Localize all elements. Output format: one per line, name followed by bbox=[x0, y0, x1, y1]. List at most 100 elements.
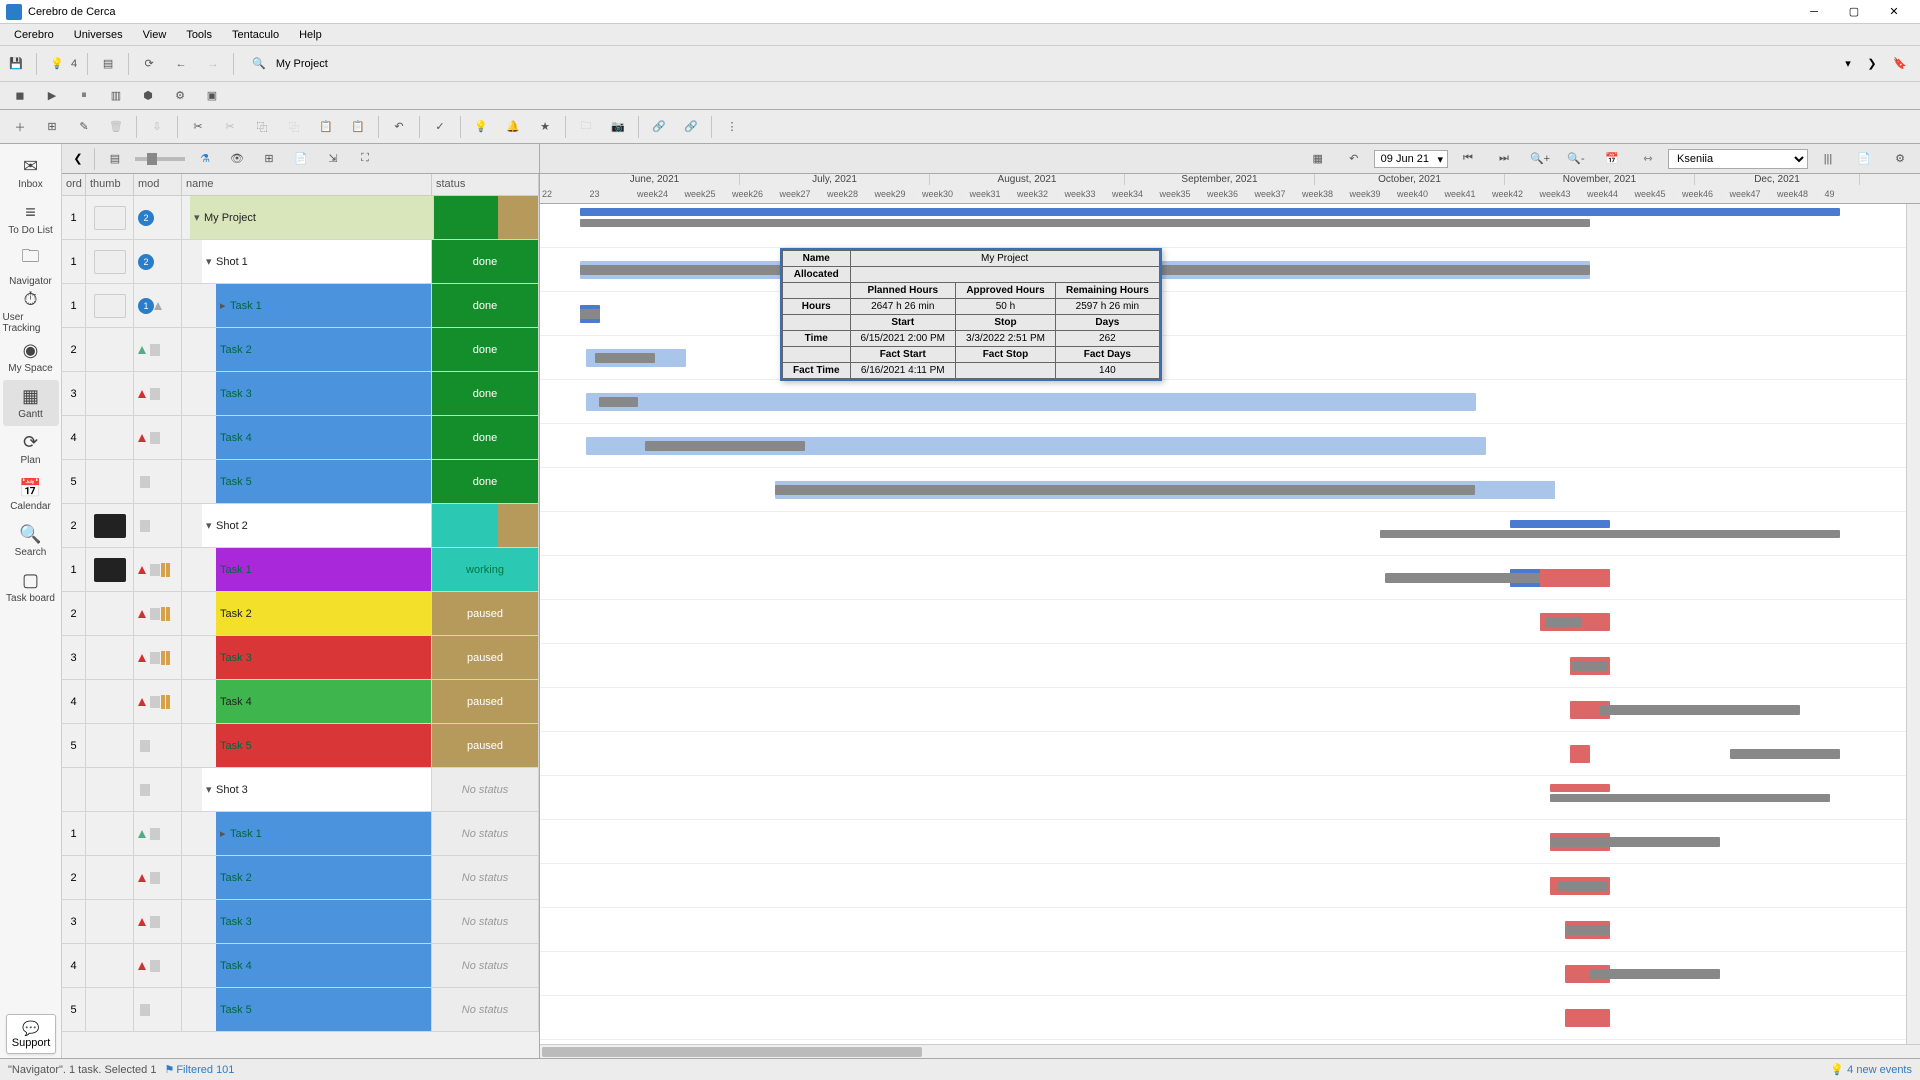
bulb-icon[interactable]: 💡 bbox=[43, 50, 71, 78]
task-row[interactable]: 1 Task 1 working bbox=[62, 548, 539, 592]
stop-icon[interactable]: ◼ bbox=[6, 82, 34, 110]
nav-gantt[interactable]: ▦Gantt bbox=[3, 380, 59, 426]
zoom-slider[interactable] bbox=[135, 157, 185, 161]
gantt-bar[interactable] bbox=[586, 393, 1476, 411]
paste-icon[interactable]: 📋 bbox=[312, 113, 340, 141]
layout-icon[interactable]: ▤ bbox=[94, 50, 122, 78]
cube-icon[interactable]: ⬢ bbox=[134, 82, 162, 110]
gantt-barcode-icon[interactable]: ||| bbox=[1814, 145, 1842, 173]
back-arrow-icon[interactable]: ← bbox=[167, 50, 195, 78]
gantt-h-scrollbar[interactable] bbox=[540, 1044, 1920, 1058]
gantt-bar[interactable] bbox=[1510, 520, 1610, 528]
filter-icon[interactable]: ⚗ bbox=[191, 145, 219, 173]
nav-navigator[interactable]: 🗀Navigator bbox=[3, 242, 59, 288]
header-name[interactable]: name bbox=[182, 174, 432, 195]
bookmark-icon[interactable]: 🔖 bbox=[1886, 50, 1914, 78]
task-row[interactable]: 1 1 ▸ Task 1 done bbox=[62, 284, 539, 328]
gantt-bar[interactable] bbox=[580, 309, 600, 319]
gantt-prev-icon[interactable]: ⏮ bbox=[1454, 145, 1482, 173]
task-row[interactable]: ▾ Shot 3 No status bbox=[62, 768, 539, 812]
header-thumb[interactable]: thumb bbox=[86, 174, 134, 195]
status-events[interactable]: 💡 4 new events bbox=[1830, 1063, 1912, 1076]
gantt-bar[interactable] bbox=[1565, 925, 1610, 935]
close-button[interactable]: ✕ bbox=[1874, 0, 1914, 24]
task-row[interactable]: 5 Task 5 done bbox=[62, 460, 539, 504]
nav-search[interactable]: 🔍Search bbox=[3, 518, 59, 564]
gantt-fit-icon[interactable]: ⇿ bbox=[1634, 145, 1662, 173]
refresh-icon[interactable]: ⟳ bbox=[135, 50, 163, 78]
gantt-next-icon[interactable]: ⏭ bbox=[1490, 145, 1518, 173]
forward-arrow-icon[interactable]: → bbox=[199, 50, 227, 78]
task-row[interactable]: 2 Task 2 No status bbox=[62, 856, 539, 900]
collapse-icon[interactable]: ⇲ bbox=[319, 145, 347, 173]
gantt-user-select[interactable]: Kseniia bbox=[1668, 149, 1808, 169]
gantt-bar[interactable] bbox=[1550, 837, 1720, 847]
task-row[interactable]: 1 2 ▾ Shot 1 done bbox=[62, 240, 539, 284]
task-row[interactable]: 5 Task 5 paused bbox=[62, 724, 539, 768]
edit-icon[interactable]: ✎ bbox=[70, 113, 98, 141]
expand-icon[interactable]: ⛶ bbox=[351, 145, 379, 173]
gantt-bar[interactable] bbox=[599, 397, 638, 407]
link-icon[interactable]: 🔗 bbox=[645, 113, 673, 141]
page-icon[interactable]: 📄 bbox=[287, 145, 315, 173]
nav-my-space[interactable]: ◉My Space bbox=[3, 334, 59, 380]
nav-plan[interactable]: ⟳Plan bbox=[3, 426, 59, 472]
nav-to-do-list[interactable]: ≡To Do List bbox=[3, 196, 59, 242]
gantt-bar[interactable] bbox=[1730, 749, 1840, 759]
gantt-bar[interactable] bbox=[1558, 881, 1608, 891]
task-row[interactable]: 1 2 ▾ My Project bbox=[62, 196, 539, 240]
dropdown-arrow-icon[interactable]: ▾ bbox=[1836, 52, 1860, 76]
gantt-calendar-icon[interactable]: 📅 bbox=[1598, 145, 1626, 173]
star-icon[interactable]: ★ bbox=[531, 113, 559, 141]
terminal-icon[interactable]: ▣ bbox=[198, 82, 226, 110]
check-icon[interactable]: ✓ bbox=[426, 113, 454, 141]
nav-user-tracking[interactable]: ⏱User Tracking bbox=[3, 288, 59, 334]
task-row[interactable]: 3 Task 3 No status bbox=[62, 900, 539, 944]
menu-tentaculo[interactable]: Tentaculo bbox=[222, 27, 289, 43]
more-icon[interactable]: ⋮ bbox=[718, 113, 746, 141]
header-ord[interactable]: ord bbox=[62, 174, 86, 195]
search-input[interactable] bbox=[272, 54, 672, 74]
list-back-button[interactable]: ❮ bbox=[66, 147, 90, 171]
gantt-date-picker[interactable]: 09 Jun 21▾ bbox=[1374, 150, 1448, 168]
copy-icon[interactable]: ⿻ bbox=[248, 113, 276, 141]
nav-calendar[interactable]: 📅Calendar bbox=[3, 472, 59, 518]
task-row[interactable]: 1 ▸ Task 1 No status bbox=[62, 812, 539, 856]
eye-icon[interactable]: 👁 bbox=[223, 145, 251, 173]
maximize-button[interactable]: ▢ bbox=[1834, 0, 1874, 24]
expand-icon[interactable]: ▾ bbox=[206, 519, 216, 532]
expand-icon[interactable]: ▸ bbox=[220, 299, 230, 312]
copy-disabled-icon[interactable]: ⿻ bbox=[280, 113, 308, 141]
grid-icon[interactable]: ⊞ bbox=[255, 145, 283, 173]
gantt-bar[interactable] bbox=[580, 219, 1590, 227]
gantt-bar[interactable] bbox=[1600, 705, 1800, 715]
save-icon[interactable]: 💾 bbox=[2, 50, 30, 78]
gantt-bar[interactable] bbox=[1545, 617, 1581, 627]
delete-icon[interactable]: 🗑 bbox=[102, 113, 130, 141]
gantt-bar[interactable] bbox=[1550, 784, 1610, 792]
gear-small-icon[interactable]: ⚙ bbox=[166, 82, 194, 110]
gantt-bar[interactable] bbox=[775, 485, 1475, 495]
gantt-v-scrollbar[interactable] bbox=[1906, 204, 1920, 1044]
gantt-bar[interactable] bbox=[1570, 745, 1590, 763]
gantt-bar[interactable] bbox=[1380, 530, 1840, 538]
cut-icon[interactable]: ✂ bbox=[184, 113, 212, 141]
task-row[interactable]: 3 Task 3 paused bbox=[62, 636, 539, 680]
task-row[interactable]: 2 Task 2 paused bbox=[62, 592, 539, 636]
bell-icon[interactable]: 🔔 bbox=[499, 113, 527, 141]
task-row[interactable]: 3 Task 3 done bbox=[62, 372, 539, 416]
menu-view[interactable]: View bbox=[133, 27, 177, 43]
task-row[interactable]: 2 Task 2 done bbox=[62, 328, 539, 372]
pause-icon[interactable]: ⏸ bbox=[70, 82, 98, 110]
gantt-bar[interactable] bbox=[645, 441, 805, 451]
task-row[interactable]: 4 Task 4 No status bbox=[62, 944, 539, 988]
gantt-body[interactable] bbox=[540, 204, 1920, 1044]
paste-special-icon[interactable]: 📋 bbox=[344, 113, 372, 141]
task-row[interactable]: 2 ▾ Shot 2 bbox=[62, 504, 539, 548]
folder-icon[interactable]: 🗀 bbox=[572, 113, 600, 141]
nav-inbox[interactable]: ✉Inbox bbox=[3, 150, 59, 196]
expand-icon[interactable]: ▾ bbox=[206, 783, 216, 796]
minimize-button[interactable]: ─ bbox=[1794, 0, 1834, 24]
camera-icon[interactable]: 📷 bbox=[604, 113, 632, 141]
gantt-table-icon[interactable]: ▦ bbox=[1304, 145, 1332, 173]
